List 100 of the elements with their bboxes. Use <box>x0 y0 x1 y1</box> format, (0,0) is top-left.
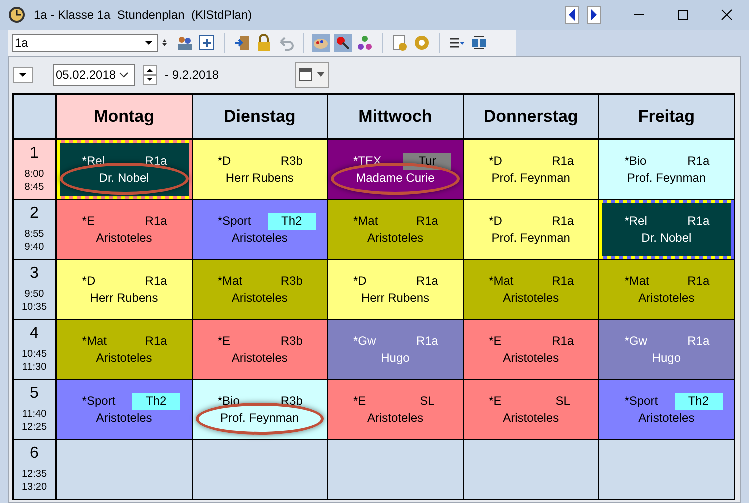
exit-icon[interactable] <box>233 34 251 52</box>
subject-label: *E <box>216 332 231 350</box>
lesson-cell[interactable]: *Sport Th2 Aristoteles <box>192 200 328 260</box>
subject-label: *Rel <box>81 152 105 170</box>
period-start: 8:55 <box>24 228 44 241</box>
period-end: 10:35 <box>22 301 48 314</box>
collapse-icon[interactable] <box>13 67 33 83</box>
lesson-cell[interactable]: *D R1a Prof. Feynman <box>464 200 600 260</box>
pin-icon[interactable] <box>334 34 352 52</box>
period-number: 4 <box>30 324 39 344</box>
maximize-icon[interactable] <box>677 9 689 21</box>
subject-label: *D <box>488 212 502 230</box>
subject-label: *Gw <box>352 332 376 350</box>
day-header[interactable]: Donnerstag <box>464 95 600 140</box>
calendar-button[interactable] <box>295 62 330 88</box>
period-end: 13:20 <box>22 481 48 494</box>
lesson-cell[interactable]: *Sport Th2 Aristoteles <box>599 380 735 440</box>
lesson-cell[interactable]: *Mat R3b Aristoteles <box>192 260 328 320</box>
caret-icon <box>317 72 326 78</box>
subject-label: *E <box>488 332 502 350</box>
teacher-label: Dr. Nobel <box>642 230 692 246</box>
subject-label: *Mat <box>352 212 378 230</box>
lesson-cell[interactable]: *Bio R1a Prof. Feynman <box>599 140 735 200</box>
lesson-cell[interactable]: *Sport Th2 Aristoteles <box>57 380 193 440</box>
period-end: 9:40 <box>24 241 44 254</box>
room-label: Th2 <box>268 212 316 230</box>
lesson-cell[interactable]: *D R1a Prof. Feynman <box>464 140 600 200</box>
lesson-cell[interactable]: *E R1a Aristoteles <box>57 200 193 260</box>
room-label: R1a <box>551 332 576 350</box>
nodes-icon[interactable] <box>356 34 374 52</box>
room-label: R3b <box>280 332 304 350</box>
teacher-label: Herr Rubens <box>226 170 294 186</box>
day-header[interactable]: Montag <box>57 95 193 140</box>
teacher-label: Prof. Feynman <box>492 230 570 246</box>
window-icon[interactable] <box>198 34 216 52</box>
room-label: R3b <box>280 152 304 170</box>
room-label: R1a <box>144 152 168 170</box>
subject-label: *D <box>216 152 232 170</box>
period-end: 11:30 <box>22 361 47 374</box>
previous-icon[interactable] <box>565 6 579 24</box>
lesson-cell[interactable]: *Mat R1a Aristoteles <box>464 260 600 320</box>
subject-label: *Sport <box>624 392 658 410</box>
subject-label: *Mat <box>488 272 514 290</box>
lesson-cell[interactable]: *D R3b Herr Rubens <box>192 140 328 200</box>
teacher-label: Prof. Feynman <box>627 170 706 186</box>
lesson-cell[interactable]: *Rel R1a Dr. Nobel <box>57 140 193 200</box>
lesson-cell[interactable]: *Mat R1a Aristoteles <box>328 200 464 260</box>
day-header[interactable]: Dienstag <box>192 95 328 140</box>
lesson-cell[interactable]: *D R1a Herr Rubens <box>57 260 193 320</box>
lesson-cell[interactable]: *Gw R1a Hugo <box>328 320 464 380</box>
class-field[interactable]: 1a <box>12 34 158 52</box>
teacher-label: Madame Curie <box>356 170 435 186</box>
teacher-label: Aristoteles <box>367 230 424 246</box>
lesson-cell[interactable]: *Mat R1a Aristoteles <box>57 320 193 380</box>
subject-label: *E <box>488 392 502 410</box>
lesson-cell[interactable]: *E R1a Aristoteles <box>464 320 600 380</box>
spinner-icon[interactable] <box>143 65 157 85</box>
lesson-cell[interactable]: *E SL Aristoteles <box>464 380 600 440</box>
period-start: 9:50 <box>24 288 44 301</box>
day-header[interactable]: Freitag <box>599 95 735 140</box>
room-label: R1a <box>551 212 576 230</box>
close-icon[interactable] <box>721 9 733 21</box>
teacher-label: Aristoteles <box>638 290 695 306</box>
subject-label: *E <box>81 212 95 230</box>
room-label: SL <box>554 392 572 410</box>
teacher-label: Aristoteles <box>96 410 152 426</box>
teacher-label: Hugo <box>652 350 682 366</box>
lesson-cell[interactable]: *E R3b Aristoteles <box>192 320 328 380</box>
lesson-cell[interactable]: *Bio R3b Prof. Feynman <box>192 380 328 440</box>
teacher-label: Aristoteles <box>367 410 424 426</box>
lesson-cell[interactable]: *E SL Aristoteles <box>328 380 464 440</box>
lock-icon[interactable] <box>255 34 273 52</box>
room-label: Th2 <box>132 392 180 410</box>
subject-label: *Mat <box>624 272 650 290</box>
subject-label: *Sport <box>216 212 252 230</box>
people-icon[interactable] <box>176 34 194 52</box>
period-end: 8:45 <box>24 181 44 194</box>
next-icon[interactable] <box>587 6 601 24</box>
teacher-label: Hugo <box>381 350 410 366</box>
lesson-cell[interactable]: *Gw R1a Hugo <box>599 320 735 380</box>
lesson-cell[interactable]: *Mat R1a Aristoteles <box>599 260 735 320</box>
subject-label: *E <box>352 392 366 410</box>
date-field[interactable]: 05.02.2018 <box>53 64 135 86</box>
lesson-cell[interactable]: *D R1a Herr Rubens <box>328 260 464 320</box>
room-label: R3b <box>280 392 304 410</box>
period-number: 1 <box>30 144 39 164</box>
period-start: 10:45 <box>22 348 48 361</box>
room-label: R1a <box>415 272 440 290</box>
palette-icon[interactable] <box>312 34 330 52</box>
room-label: Th2 <box>674 392 723 410</box>
day-header[interactable]: Mittwoch <box>328 95 464 140</box>
subject-label: *D <box>352 272 367 290</box>
period-number: 5 <box>30 384 39 404</box>
period-number: 3 <box>30 264 39 284</box>
teacher-label: Aristoteles <box>96 230 152 246</box>
subject-label: *D <box>488 152 502 170</box>
teacher-label: Aristoteles <box>503 350 560 366</box>
room-label: R1a <box>144 212 168 230</box>
lesson-cell[interactable]: *Rel R1a Dr. Nobel <box>599 200 735 260</box>
room-label: R1a <box>415 212 440 230</box>
